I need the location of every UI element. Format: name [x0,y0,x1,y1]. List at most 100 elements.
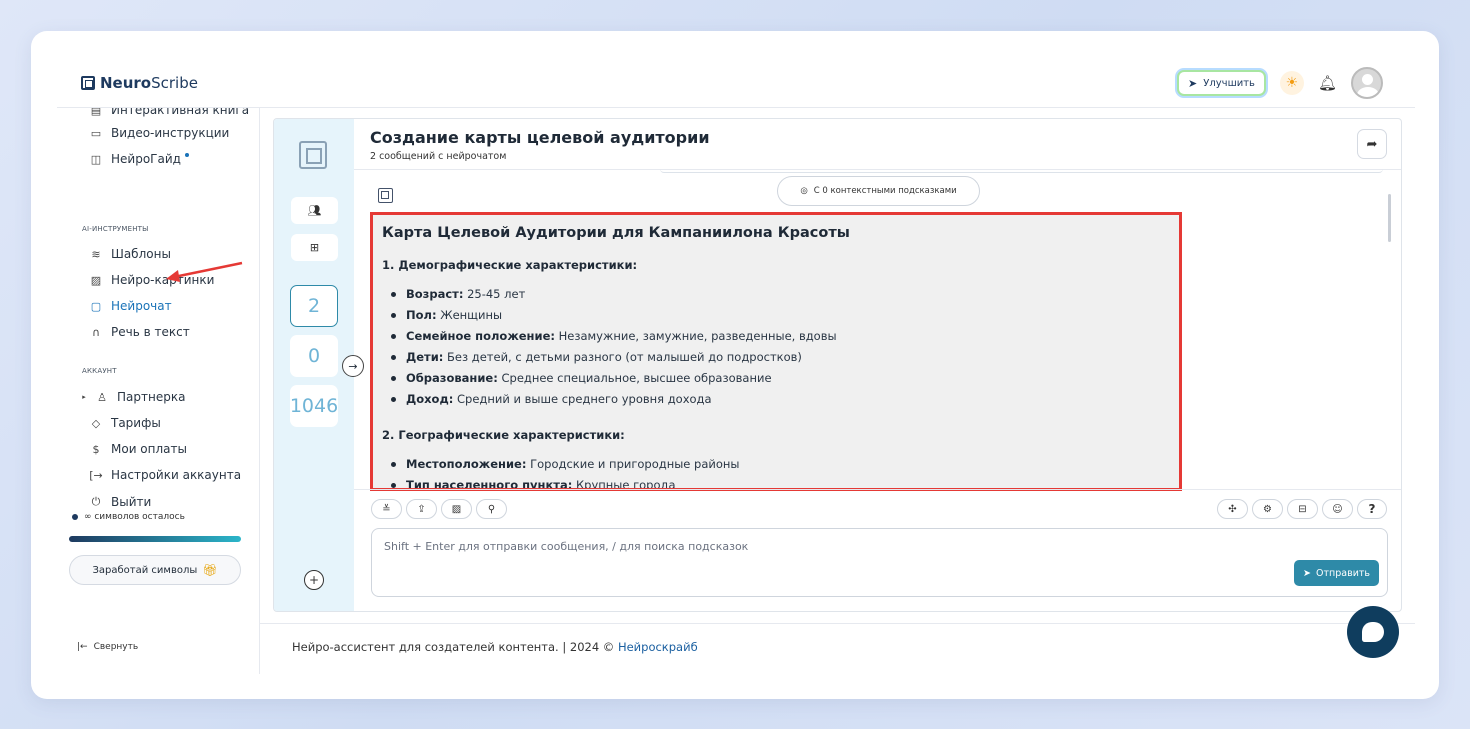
arrow-right-icon: → [348,359,358,373]
sidebar-item-tariffs[interactable]: ◇ Тарифы [89,416,161,430]
assistant-message: Карта Целевой Аудитории для Кампаниилона… [370,212,1182,491]
counter-chats[interactable]: 2 [290,285,338,327]
header-actions: ➤ Улучшить ☀ 🔔︎ [1177,67,1383,99]
list-item: Местоположение: Городские и пригородные … [382,454,1170,475]
collapse-icon: |← [77,642,88,652]
sidebar-item-guide[interactable]: ◫ НейроГайд [89,152,189,166]
list-item: Доход: Средний и выше среднего уровня до… [382,389,1170,410]
sidebar-item-payments[interactable]: $ Мои оплаты [89,442,187,456]
symbols-remaining: ∞ символов осталось [72,512,185,522]
dollar-icon: $ [92,442,100,456]
section-title: 1. Демографические характеристики: [382,258,638,272]
caret-right-icon: ▸ [82,393,86,401]
send-button[interactable]: ➤ Отправить [1294,560,1379,586]
neuro-logo-icon [299,141,327,169]
sidebar-item-interactive-book[interactable]: ▤ Интерактивная книга [89,108,249,117]
new-badge-dot [184,153,189,157]
list: Местоположение: Городские и пригородные … [382,454,1170,488]
sidebar: ▤ Интерактивная книга ▭ Видео-инструкции… [31,108,259,623]
share-icon: ➦ [1366,136,1378,152]
annotation-arrow-icon [166,261,243,282]
theme-toggle-sun-icon[interactable]: ☀ [1279,71,1304,95]
list-item: Образование: Среднее специальное, высшее… [382,368,1170,389]
robot-icon[interactable]: ☺ [1322,499,1353,519]
chat-bubble-icon [1362,622,1384,642]
gift-icon: 🎁︎ [202,563,218,577]
help-icon[interactable]: ? [1357,499,1387,519]
layout-icon[interactable]: ⊟ [1287,499,1318,519]
settings-icon[interactable]: ⚙ [1252,499,1283,519]
message-heading: Карта Целевой Аудитории для Кампаниилона… [382,225,850,241]
previous-message-edge [660,169,1383,173]
settings-arrow-icon: [→ [89,468,103,482]
sidebar-divider [259,108,260,674]
headphones-icon: ∩ [91,325,101,339]
brand-logo[interactable]: NeuroScribe [81,74,198,92]
support-chat-button[interactable] [1347,606,1399,658]
video-icon: ▭ [90,126,102,140]
collapse-down-icon[interactable]: ≚ [371,499,402,519]
footer: Нейро-ассистент для создателей контента.… [292,640,698,654]
input-divider [354,489,1401,490]
expand-rail-button[interactable]: → [342,355,364,377]
list-item: Возраст: 25-45 лет [382,284,1170,305]
power-icon: ⏻ [91,495,101,508]
sidebar-item-partner[interactable]: ▸ ♙ Партнерка [81,390,185,404]
list-item: Дети: Без детей, с детьми разного (от ма… [382,347,1170,368]
book-icon: ▤ [90,108,102,117]
list-item: Семейное положение: Незамужние, замужние… [382,326,1170,347]
upgrade-button[interactable]: ➤ Улучшить [1177,70,1266,96]
earn-symbols-button[interactable]: Заработай символы 🎁︎ [69,555,241,585]
upload-file-icon[interactable]: ⇪ [406,499,437,519]
list-item: Пол: Женщины [382,305,1170,326]
sidebar-item-video[interactable]: ▭ Видео-инструкции [89,126,230,140]
footer-divider [259,623,1415,624]
message-input[interactable]: Shift + Enter для отправки сообщения, / … [371,528,1388,597]
sidebar-item-settings[interactable]: [→ Настройки аккаунта [89,468,241,482]
send-icon: ➤ [1303,567,1312,579]
layers-icon: ≋ [91,247,101,261]
chat-title: Создание карты целевой аудитории [370,128,710,147]
add-chat-button[interactable]: + [304,570,324,590]
app-window: NeuroScribe ➤ Улучшить ☀ 🔔︎ ▤ Интерактив… [31,31,1439,699]
sidebar-item-templates[interactable]: ≋ Шаблоны [89,247,171,261]
sidebar-item-neurochat[interactable]: ▢ Нейрочат [89,299,172,313]
guide-icon: ◫ [90,152,102,166]
rocket-icon: ➤ [1188,76,1198,90]
chat-subtitle: 2 сообщений с нейрочатом [370,151,507,162]
users-icon[interactable]: 👥︎ [291,197,338,224]
share-button[interactable]: ➦ [1357,129,1387,159]
tag-icon: ◇ [91,416,101,430]
input-tools-right: ✣ ⚙ ⊟ ☺ ? [1217,499,1387,519]
users-icon: ♙ [97,390,107,404]
logo-icon [81,76,95,90]
section-title: 2. Географические характеристики: [382,428,625,442]
counter-context[interactable]: 0 [290,335,338,377]
upload-image-icon[interactable]: ▨ [441,499,472,519]
input-tools-left: ≚ ⇪ ▨ ⚲ [371,499,507,519]
image-icon: ▨ [90,273,102,287]
puzzle-icon[interactable]: ✣ [1217,499,1248,519]
context-hints-button[interactable]: ◎ С 0 контекстными подсказками [777,176,980,206]
section-title-account: АККАУНТ [82,367,117,375]
symbols-progress-bar [69,536,241,542]
section-title-ai: AI-ИНСТРУМЕНТЫ [82,225,149,233]
collapse-sidebar-button[interactable]: |← Свернуть [77,642,138,652]
avatar[interactable] [1351,67,1383,99]
sidebar-item-speech[interactable]: ∩ Речь в текст [89,325,190,339]
sidebar-item-logout[interactable]: ⏻ Выйти [89,495,152,509]
status-dot [72,514,78,520]
chat-panel: 👥︎ ⊞ 2 0 1046 + Создание карты целевой а… [273,118,1402,612]
bot-avatar-icon [378,188,393,203]
palette-icon: ◎ [800,186,808,196]
scrollbar[interactable] [1388,194,1391,242]
list: Возраст: 25-45 лет Пол: Женщины Семейное… [382,284,1170,410]
chat-icon: ▢ [90,299,102,313]
header-divider [57,107,1415,108]
footer-link[interactable]: Нейроскрайб [618,640,698,654]
grid-icon[interactable]: ⊞ [291,234,338,261]
magic-wand-icon[interactable]: ⚲ [476,499,507,519]
message-input-placeholder: Shift + Enter для отправки сообщения, / … [384,540,749,553]
bell-icon[interactable]: 🔔︎ [1318,74,1337,92]
counter-tokens[interactable]: 1046 [290,385,338,427]
